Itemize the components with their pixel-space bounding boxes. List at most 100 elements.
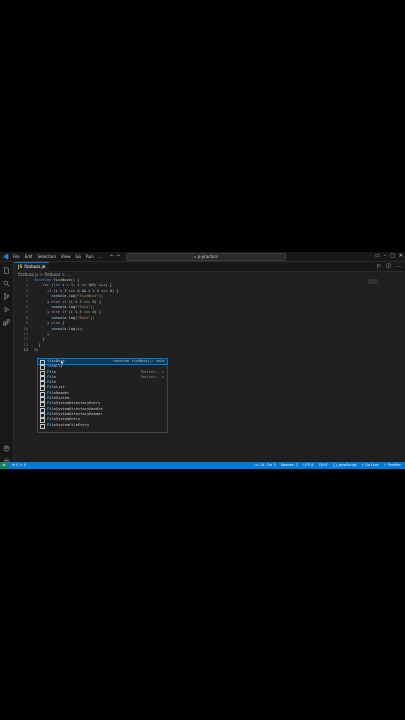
suggestion-label: le — [51, 380, 56, 385]
suggestion-label: leList — [51, 385, 65, 390]
close-window-icon[interactable]: ✕ — [399, 253, 403, 260]
menu-item[interactable]: View — [61, 254, 71, 259]
nav-arrows[interactable]: ← → — [110, 254, 120, 259]
suggestion-label: leSystemDirectoryReader — [51, 411, 103, 416]
code-token: ++) { — [101, 283, 112, 288]
code-token: { — [59, 321, 65, 326]
suggestion-label: leSystemDirectoryEntry — [51, 401, 101, 406]
suggestion-label: le — [51, 369, 56, 374]
line-number: 14 — [23, 348, 28, 353]
run-icon[interactable]: ▷ — [377, 263, 381, 269]
code-token: } — [34, 299, 52, 304]
status-item[interactable]: ⚡ Go Live — [361, 462, 378, 469]
code-token: ); — [90, 304, 95, 309]
suggestion-item[interactable]: FileSystemFileEntry — [38, 422, 167, 429]
breadcrumb[interactable]: fizzbuzz.js > fizzbuzz > ... — [18, 272, 70, 277]
code-token: else — [51, 321, 60, 326]
status-item[interactable]: {} JavaScript — [333, 462, 357, 469]
status-item[interactable]: UTF-8 — [303, 462, 313, 469]
menu-item[interactable]: Edit — [25, 254, 33, 259]
code-token: ); — [79, 326, 84, 331]
suggestion-label: leSystem — [51, 396, 70, 401]
close-icon[interactable]: × — [43, 263, 46, 271]
suggestion-label: le — [51, 374, 56, 379]
code-token: } — [34, 342, 41, 347]
code-token: fi — [34, 348, 39, 353]
code-token: "FizzBuzz" — [77, 294, 99, 299]
code-token: console — [51, 294, 67, 299]
explorer-icon[interactable] — [3, 267, 10, 274]
remote-indicator-icon[interactable]: ⇌ — [0, 462, 8, 469]
search-text: p-practice — [197, 254, 218, 259]
problems-count[interactable]: ⊗ 0 ⚠ 0 — [12, 462, 26, 469]
layout-icon[interactable]: ▭ — [375, 253, 380, 260]
code-token: fizzBuzz — [53, 278, 71, 282]
code-token: console — [51, 304, 67, 309]
editor-actions: ▷ ◫ … — [377, 263, 401, 269]
editor-tabs: JS fizzbuzz.js × ▷ ◫ … — [14, 262, 405, 272]
menu-item[interactable]: Go — [75, 254, 81, 259]
code-token: === — [81, 310, 93, 315]
vscode-window: File Edit Selection View Go Run... ← → ⌕ p-pr… — [0, 252, 405, 469]
javascript-file-icon: JS — [18, 264, 23, 269]
suggestion-label: leSystemFileEntry — [51, 422, 90, 427]
minimize-icon[interactable]: – — [384, 253, 387, 260]
symbol-kind-icon — [40, 423, 45, 429]
menu-item[interactable]: Run — [86, 254, 94, 259]
code-token: console — [51, 326, 67, 331]
status-right-items: Ln 14, Col 3 Spaces: 2 UTF-8 CRLF {} JavaScr… — [254, 462, 401, 469]
account-icon[interactable] — [3, 445, 10, 452]
command-center-search[interactable]: ⌕ p-practice — [126, 253, 286, 261]
run-debug-icon[interactable] — [3, 306, 10, 313]
code-token: ) { — [94, 299, 102, 304]
code-token: "Buzz" — [77, 315, 91, 320]
line-number-gutter: 1 2 3 4 5 6 7 8 9 10 11 12 13 14 — [14, 278, 28, 353]
code-line[interactable]: fi — [34, 348, 118, 353]
tab-fizzbuzz[interactable]: JS fizzbuzz.js × — [14, 262, 49, 272]
title-bar: File Edit Selection View Go Run... ← → ⌕ p-pr… — [0, 252, 405, 262]
forward-arrow-icon[interactable]: → — [116, 253, 120, 259]
extensions-icon[interactable] — [3, 319, 10, 326]
status-item[interactable]: Ln 14, Col 3 — [254, 462, 275, 469]
maximize-icon[interactable]: □ — [390, 253, 395, 260]
code-token: } — [34, 337, 45, 342]
suggestion-label: leReader — [51, 390, 70, 395]
code-token: () { — [70, 278, 80, 282]
back-arrow-icon[interactable]: ← — [110, 253, 114, 259]
code-token: else if — [51, 299, 67, 304]
code-token: ) { — [111, 288, 119, 293]
status-item[interactable]: CRLF — [319, 462, 328, 469]
suggestion-widget: fizzBuzz function fizzBuzz(): void finally… — [37, 357, 168, 433]
activity-bar — [0, 262, 14, 465]
status-item[interactable]: Spaces: 2 — [281, 462, 298, 469]
code-token: ); — [90, 315, 95, 320]
menu-item[interactable]: ... — [99, 254, 103, 259]
code-token: "Fizz" — [77, 304, 91, 309]
code-token: ); — [98, 294, 104, 299]
suggestion-label: leSystemEntry — [51, 417, 81, 422]
code-token: else if — [51, 310, 67, 315]
source-control-icon[interactable] — [3, 293, 10, 300]
more-actions-icon[interactable]: … — [396, 263, 401, 269]
menu-item[interactable]: Selection — [37, 254, 55, 259]
code-token: } — [34, 321, 52, 326]
search-icon[interactable] — [3, 280, 10, 287]
minimap[interactable] — [368, 279, 378, 284]
code-token: <= — [79, 283, 89, 288]
code-token: === — [66, 288, 78, 293]
status-item[interactable]: ✓ Prettier — [384, 462, 401, 469]
status-bar: ⇌ ⊗ 0 ⚠ 0 Ln 14, Col 3 Spaces: 2 UTF-8 CRLF… — [0, 462, 405, 469]
code-token: console — [51, 315, 67, 320]
menu-item[interactable]: File — [13, 254, 20, 259]
code-token: } — [34, 310, 52, 315]
mouse-cursor-icon — [61, 360, 64, 366]
split-editor-icon[interactable]: ◫ — [386, 263, 391, 269]
code-token: === — [98, 288, 110, 293]
code-editor[interactable]: function fizzBuzz() { for (let i = 1; i … — [34, 278, 118, 353]
